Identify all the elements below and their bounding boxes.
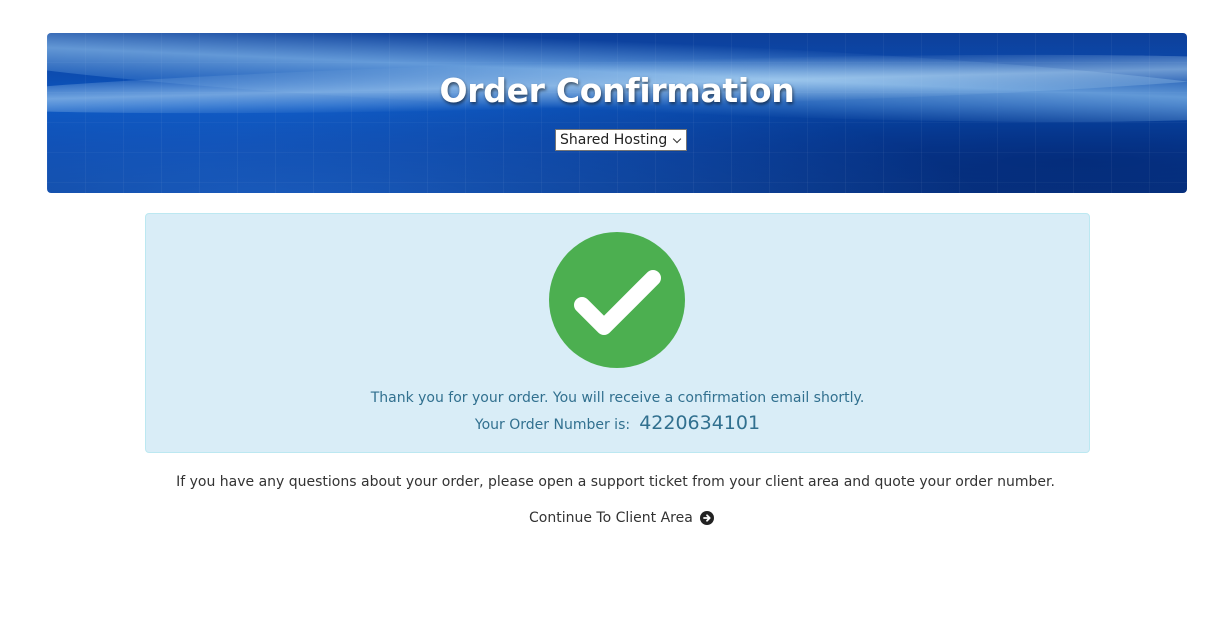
order-number-label: Your Order Number is: (474, 417, 631, 433)
product-group-select-value: Shared Hosting (560, 132, 668, 148)
order-number-line: Your Order Number is: 4220634101 (146, 412, 1089, 434)
checkmark-icon (574, 270, 661, 335)
order-number-value: 4220634101 (639, 412, 761, 434)
checkmark-circle-icon (549, 232, 685, 368)
product-group-select[interactable]: Shared Hosting (555, 129, 688, 151)
thank-you-message: Thank you for your order. You will recei… (370, 390, 865, 406)
page-title: Order Confirmation (439, 71, 795, 110)
continue-to-client-area-link[interactable]: Continue To Client Area (529, 510, 714, 526)
continue-link-label: Continue To Client Area (529, 510, 693, 526)
confirmation-panel: Thank you for your order. You will recei… (145, 213, 1090, 453)
chevron-down-icon (673, 134, 682, 143)
order-confirmation-page: Order Confirmation Shared Hosting Thank … (0, 0, 1231, 632)
header-banner: Order Confirmation Shared Hosting (47, 33, 1187, 193)
support-instructions: If you have any questions about your ord… (176, 474, 1055, 490)
arrow-circle-right-icon (699, 511, 714, 525)
